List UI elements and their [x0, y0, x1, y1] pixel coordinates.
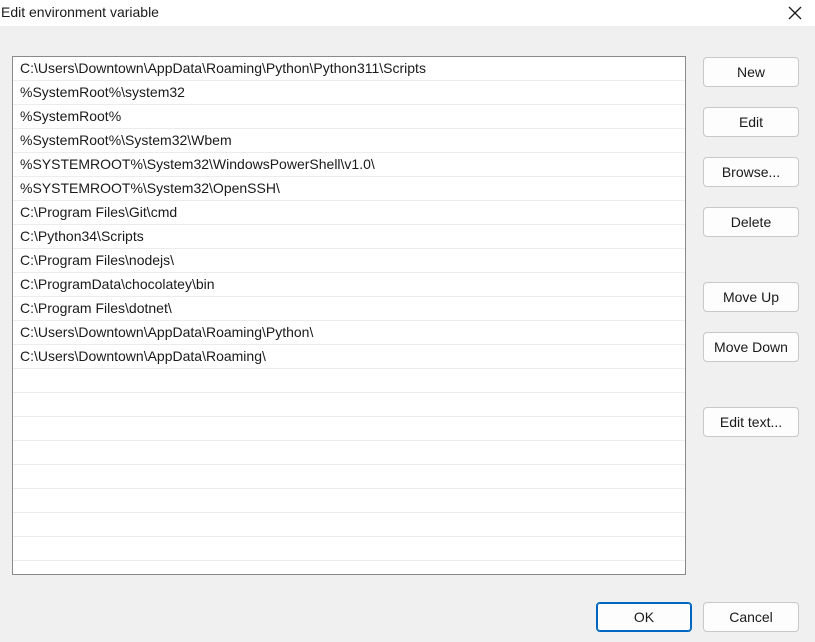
- empty-list-row[interactable]: [13, 441, 685, 465]
- list-item[interactable]: C:\Program Files\Git\cmd: [13, 201, 685, 225]
- list-item[interactable]: C:\Python34\Scripts: [13, 225, 685, 249]
- cancel-button[interactable]: Cancel: [703, 602, 799, 632]
- list-item[interactable]: %SystemRoot%\System32\Wbem: [13, 129, 685, 153]
- list-item[interactable]: %SYSTEMROOT%\System32\WindowsPowerShell\…: [13, 153, 685, 177]
- list-item[interactable]: %SystemRoot%\system32: [13, 81, 685, 105]
- edit-text-button[interactable]: Edit text...: [703, 407, 799, 437]
- empty-list-row[interactable]: [13, 465, 685, 489]
- empty-list-row[interactable]: [13, 417, 685, 441]
- list-item[interactable]: %SYSTEMROOT%\System32\OpenSSH\: [13, 177, 685, 201]
- delete-button[interactable]: Delete: [703, 207, 799, 237]
- list-item[interactable]: C:\Users\Downtown\AppData\Roaming\Python…: [13, 321, 685, 345]
- window-title: Edit environment variable: [1, 4, 159, 20]
- title-bar: Edit environment variable: [0, 0, 815, 26]
- empty-list-row[interactable]: [13, 513, 685, 537]
- ok-button[interactable]: OK: [596, 602, 692, 632]
- list-item[interactable]: C:\Program Files\dotnet\: [13, 297, 685, 321]
- move-up-button[interactable]: Move Up: [703, 282, 799, 312]
- list-item[interactable]: C:\Program Files\nodejs\: [13, 249, 685, 273]
- list-item[interactable]: C:\Users\Downtown\AppData\Roaming\Python…: [13, 57, 685, 81]
- empty-list-row[interactable]: [13, 393, 685, 417]
- close-button[interactable]: [775, 0, 815, 26]
- empty-list-row[interactable]: [13, 489, 685, 513]
- browse-button[interactable]: Browse...: [703, 157, 799, 187]
- empty-list-row[interactable]: [13, 537, 685, 561]
- new-button[interactable]: New: [703, 57, 799, 87]
- empty-list-row[interactable]: [13, 369, 685, 393]
- path-entries-list[interactable]: C:\Users\Downtown\AppData\Roaming\Python…: [12, 56, 686, 575]
- close-icon: [788, 6, 802, 20]
- list-item[interactable]: %SystemRoot%: [13, 105, 685, 129]
- list-item[interactable]: C:\Users\Downtown\AppData\Roaming\: [13, 345, 685, 369]
- move-down-button[interactable]: Move Down: [703, 332, 799, 362]
- edit-button[interactable]: Edit: [703, 107, 799, 137]
- list-item[interactable]: C:\ProgramData\chocolatey\bin: [13, 273, 685, 297]
